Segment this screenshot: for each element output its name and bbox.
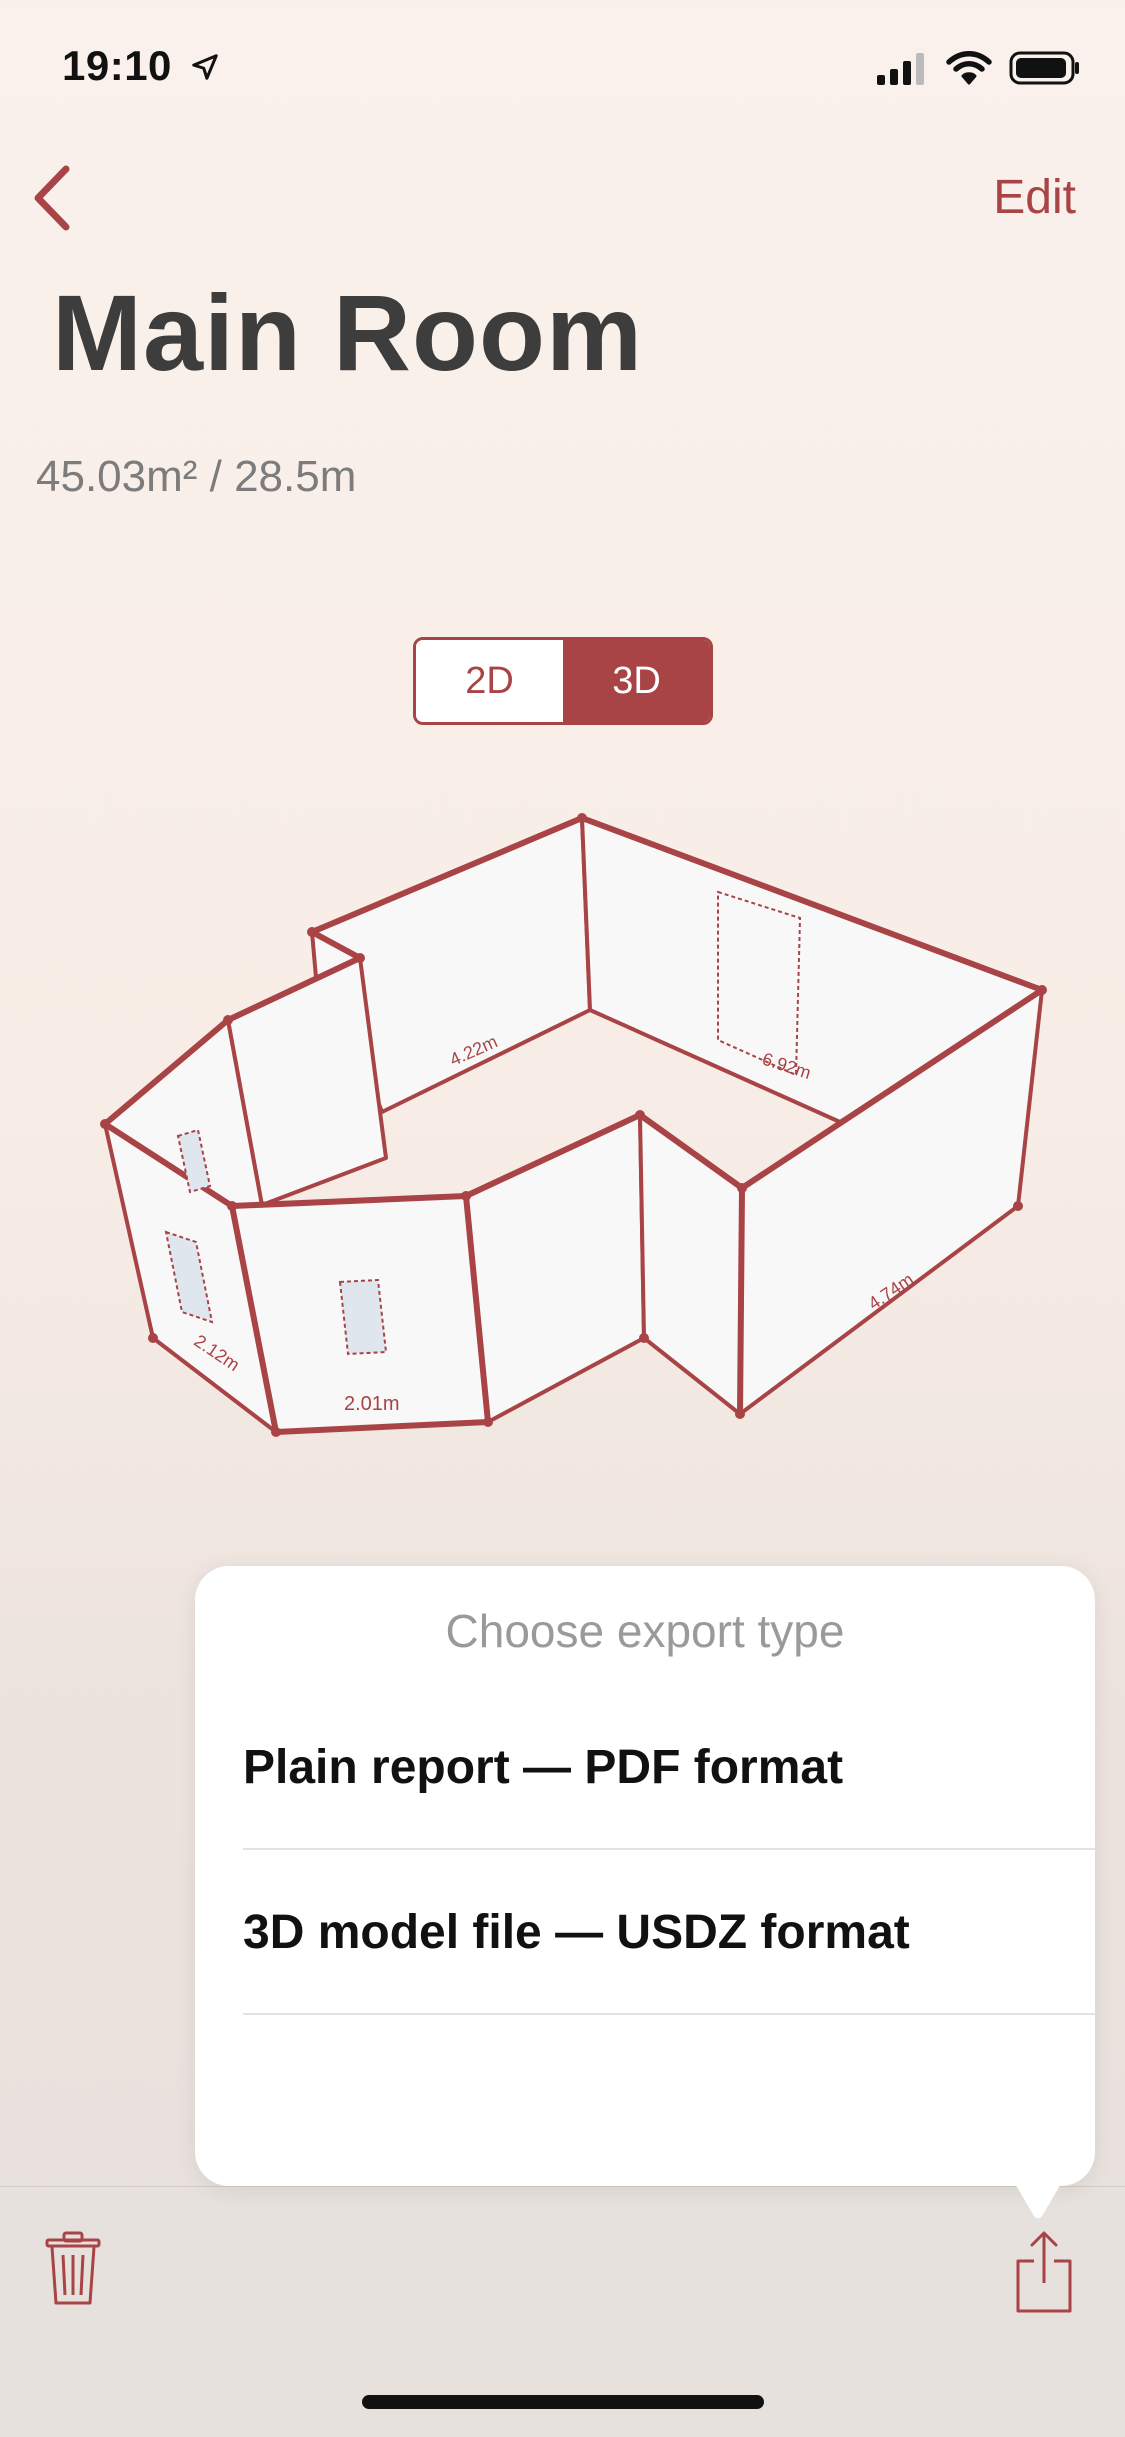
wall-front-mid: [464, 1113, 646, 1424]
trash-icon: [45, 2231, 101, 2305]
export-option-pdf[interactable]: Plain report — PDF format: [243, 1686, 1095, 1850]
page-title: Main Room: [52, 272, 643, 393]
room-3d-model[interactable]: 4.22m 6.92m 4.74m 2.12m 2.01m: [0, 780, 1125, 1460]
trash-button[interactable]: [44, 2231, 108, 2311]
share-icon: [1016, 2231, 1072, 2313]
toggle-3d[interactable]: 3D: [563, 640, 710, 722]
toggle-2d[interactable]: 2D: [416, 640, 563, 722]
status-icons: [877, 50, 1081, 86]
view-toggle: 2D 3D: [413, 637, 713, 725]
chevron-left-icon: [34, 165, 70, 231]
window-front-center: [338, 1278, 388, 1356]
status-time: 19:10: [62, 42, 220, 90]
status-bar: 19:10: [0, 0, 1125, 140]
export-option-usdz[interactable]: 3D model file — USDZ format: [243, 1851, 1095, 2015]
export-popover-title: Choose export type: [445, 1605, 845, 1657]
location-arrow-icon: [192, 54, 218, 80]
popover-arrow: [1008, 2172, 1068, 2219]
wall-label-2-01: 2.01m: [344, 1393, 400, 1415]
status-time-text: 19:10: [62, 42, 172, 89]
room-stats: 45.03m² / 28.5m: [36, 452, 357, 501]
edit-button[interactable]: Edit: [993, 170, 1076, 225]
share-button[interactable]: [1015, 2229, 1079, 2315]
battery-icon: [1009, 51, 1079, 85]
export-type-popover: Choose export type Plain report — PDF fo…: [195, 1566, 1095, 2186]
wall-front-notch: [638, 1113, 744, 1416]
wifi-icon: [946, 51, 992, 85]
room-walls: [103, 816, 1044, 1434]
cellular-signal-icon: [877, 53, 924, 85]
home-indicator: [362, 2395, 764, 2409]
back-button[interactable]: [20, 158, 84, 238]
